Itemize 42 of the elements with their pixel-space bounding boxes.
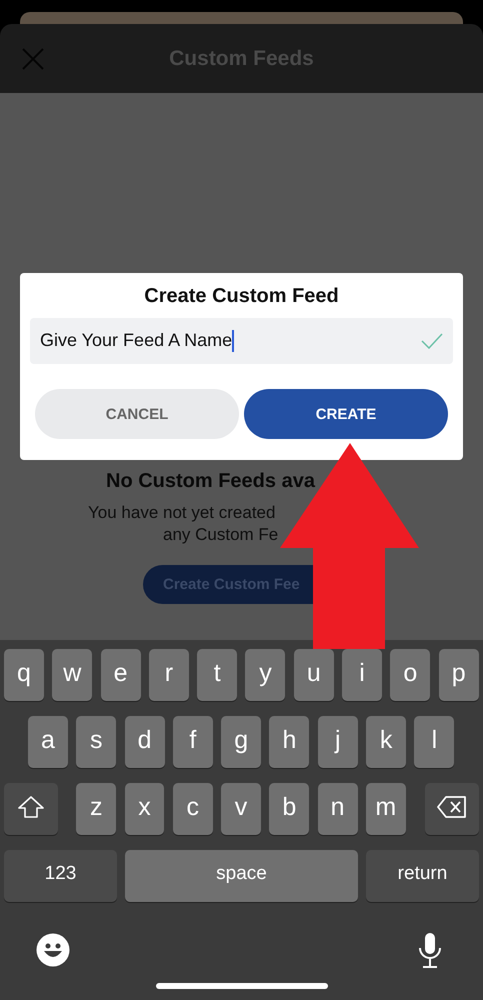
key[interactable]: a — [28, 716, 68, 768]
name-input-field[interactable]: Give Your Feed A Name — [30, 318, 453, 364]
delete-key[interactable] — [425, 783, 480, 835]
space-key[interactable]: space — [125, 850, 358, 902]
shift-key[interactable] — [4, 783, 58, 835]
key[interactable]: p — [438, 649, 479, 701]
dialog-title: Create Custom Feed — [143, 285, 340, 308]
key[interactable]: q — [4, 649, 44, 701]
create-button[interactable]: CREATE — [244, 389, 448, 439]
key[interactable]: e — [100, 649, 141, 701]
emoji-icon[interactable] — [36, 933, 70, 967]
key[interactable]: n — [318, 783, 358, 835]
empty-state-text: any Custom Fe — [163, 524, 280, 546]
key[interactable]: h — [269, 716, 310, 768]
key[interactable]: 123 — [4, 850, 117, 902]
key[interactable]: w — [52, 649, 92, 701]
key[interactable]: y — [245, 649, 286, 701]
key[interactable]: return — [366, 850, 479, 902]
cancel-button[interactable]: CANCEL — [35, 389, 239, 439]
key[interactable]: g — [221, 716, 262, 768]
key[interactable]: u — [294, 649, 334, 701]
key[interactable]: c — [172, 783, 213, 835]
key[interactable]: t — [197, 649, 238, 701]
key[interactable]: k — [366, 716, 406, 768]
microphone-icon[interactable] — [418, 932, 442, 968]
key[interactable]: d — [124, 716, 165, 768]
empty-state-title: No Custom Feeds ava — [106, 469, 316, 494]
shift-icon — [18, 796, 44, 818]
empty-state-text: You have not yet created — [88, 502, 276, 524]
key[interactable]: o — [390, 649, 430, 701]
key[interactable]: v — [221, 783, 262, 835]
key[interactable]: f — [172, 716, 213, 768]
key[interactable]: j — [318, 716, 358, 768]
key[interactable]: z — [76, 783, 116, 835]
backspace-icon — [437, 796, 468, 818]
key[interactable]: b — [269, 783, 310, 835]
key[interactable]: r — [148, 649, 189, 701]
key[interactable]: l — [414, 716, 454, 768]
key[interactable]: x — [124, 783, 164, 835]
key[interactable]: i — [342, 649, 382, 701]
key[interactable]: s — [76, 716, 116, 768]
key[interactable]: m — [366, 783, 406, 835]
